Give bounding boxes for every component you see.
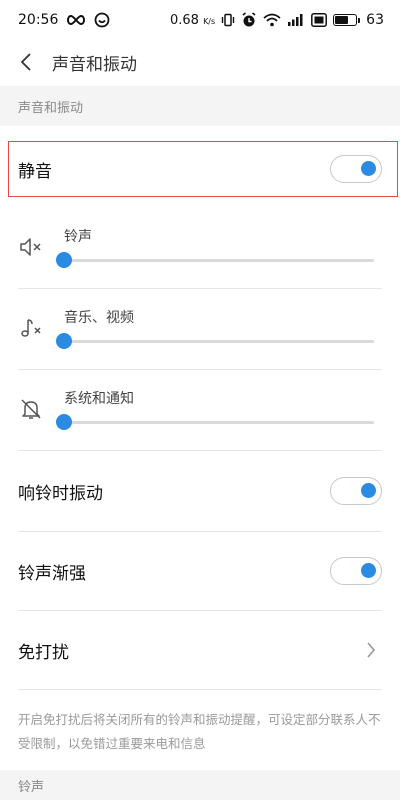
music-muted-icon bbox=[18, 315, 44, 341]
back-button[interactable] bbox=[0, 40, 52, 84]
system-volume-label: 系统和通知 bbox=[64, 391, 134, 407]
battery-icon bbox=[333, 14, 361, 26]
hd-icon bbox=[311, 13, 328, 27]
bell-muted-icon bbox=[18, 396, 44, 422]
system-volume-slider[interactable] bbox=[56, 414, 374, 430]
toggle-knob bbox=[361, 483, 376, 498]
ringtone-crescendo-label: 铃声渐强 bbox=[18, 563, 86, 584]
ringtone-volume-label: 铃声 bbox=[64, 229, 92, 245]
music-volume-row: 音乐、视频 bbox=[0, 289, 400, 369]
dnd-label: 免打扰 bbox=[18, 642, 69, 663]
highlight-box bbox=[8, 141, 398, 197]
status-left: 20:56 bbox=[18, 12, 110, 28]
alarm-icon bbox=[241, 12, 257, 28]
ringtone-volume-thumb[interactable] bbox=[56, 252, 72, 268]
divider bbox=[18, 689, 382, 690]
ringtone-volume-row: 铃声 bbox=[0, 208, 400, 288]
battery-percent: 63 bbox=[366, 12, 384, 28]
chevron-right-icon bbox=[364, 640, 378, 660]
app-header: 声音和振动 bbox=[0, 40, 400, 84]
network-speed-value: 0.68 bbox=[169, 12, 199, 28]
ringtone-section-header: 铃声 bbox=[0, 770, 400, 800]
vibrate-on-ring-row[interactable]: 响铃时振动 bbox=[0, 451, 400, 531]
speaker-muted-icon bbox=[18, 234, 44, 260]
vibrate-icon bbox=[221, 13, 235, 27]
dnd-description: 开启免打扰后将关闭所有的铃声和振动提醒，可设定部分联系人不受限制，以免错过重要来… bbox=[18, 712, 381, 751]
network-speed-unit: K/s bbox=[203, 16, 216, 26]
page-title: 声音和振动 bbox=[52, 54, 137, 75]
vibrate-on-ring-toggle[interactable] bbox=[330, 477, 382, 505]
vibrate-on-ring-label: 响铃时振动 bbox=[18, 483, 103, 504]
music-volume-slider[interactable] bbox=[56, 333, 374, 349]
music-volume-label: 音乐、视频 bbox=[64, 310, 134, 326]
ringtone-crescendo-row[interactable]: 铃声渐强 bbox=[0, 532, 400, 610]
back-arrow-icon bbox=[20, 53, 31, 71]
section-header: 声音和振动 bbox=[0, 86, 400, 126]
ringtone-crescendo-toggle[interactable] bbox=[330, 557, 382, 585]
wifi-icon bbox=[263, 13, 281, 27]
music-volume-thumb[interactable] bbox=[56, 333, 72, 349]
status-right: 0.68 K/s 63 bbox=[170, 12, 384, 28]
dnd-row[interactable]: 免打扰 bbox=[0, 611, 400, 689]
toggle-knob bbox=[361, 563, 376, 578]
infinity-icon bbox=[66, 14, 86, 26]
ringtone-volume-slider[interactable] bbox=[56, 252, 374, 268]
network-speed: 0.68 K/s bbox=[170, 13, 215, 28]
system-volume-thumb[interactable] bbox=[56, 414, 72, 430]
status-bar: 20:56 0.68 K/s 63 bbox=[0, 0, 400, 40]
status-time: 20:56 bbox=[18, 12, 59, 28]
app-notification-icon bbox=[94, 12, 110, 28]
signal-icon bbox=[287, 13, 305, 27]
system-volume-row: 系统和通知 bbox=[0, 370, 400, 450]
